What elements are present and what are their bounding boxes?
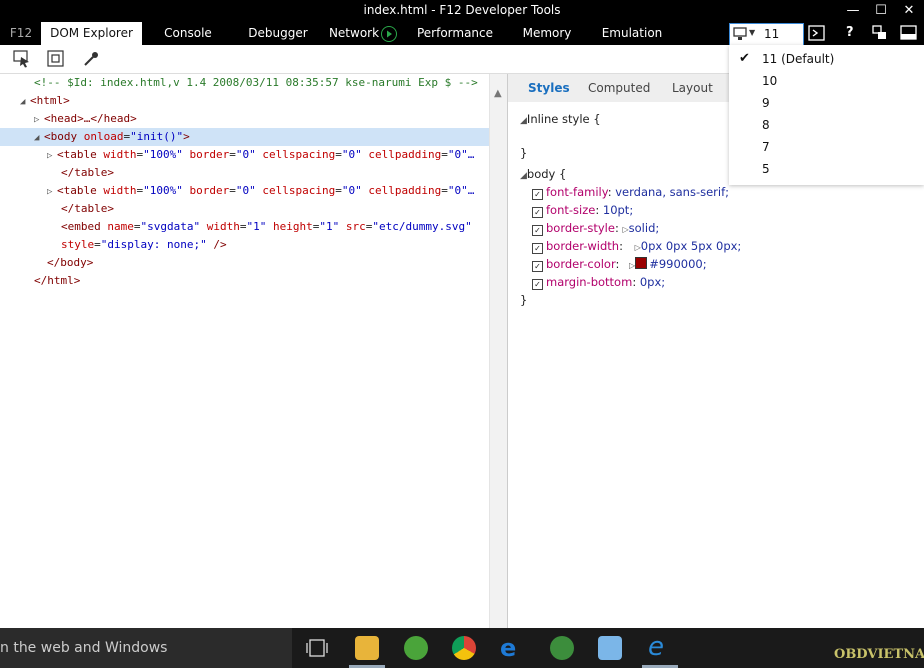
body-rule-close: } <box>520 293 528 307</box>
collapse-triangle-icon[interactable]: ◢ <box>20 93 30 111</box>
dom-tree-panel: <!-- $Id: index.html,v 1.4 2008/03/11 08… <box>0 74 489 628</box>
dom-node-embed[interactable]: <embed name="svgdata" width="1" height="… <box>61 218 472 236</box>
windows-taskbar: n the web and Windows e e OBDVIETNAM <box>0 628 924 668</box>
watermark: OBDVIETNAM <box>834 647 924 662</box>
help-icon[interactable]: ? <box>846 25 854 40</box>
tab-dom-explorer[interactable]: DOM Explorer <box>41 22 142 45</box>
body-rule-selector[interactable]: ◢body { <box>520 167 566 181</box>
declaration-checkbox[interactable]: ✓ <box>532 279 543 290</box>
highlight-element-icon[interactable] <box>47 50 65 68</box>
style-declaration[interactable]: ✓ margin-bottom: 0px; <box>532 275 665 290</box>
dom-node-body-close[interactable]: </body> <box>47 254 93 272</box>
dock-icon[interactable] <box>900 25 918 41</box>
dom-comment: <!-- $Id: index.html,v 1.4 2008/03/11 08… <box>34 76 478 89</box>
color-swatch[interactable] <box>635 257 648 269</box>
expand-triangle-icon[interactable]: ▷ <box>47 147 57 165</box>
dom-scrollbar[interactable]: ▲ <box>489 74 507 628</box>
dom-node-head[interactable]: ▷ <head>…</head> <box>34 110 137 128</box>
subtab-layout[interactable]: Layout <box>672 81 713 95</box>
style-declaration[interactable]: ✓ font-family: verdana, sans-serif; <box>532 185 729 200</box>
scroll-up-icon[interactable]: ▲ <box>494 88 502 99</box>
declaration-checkbox[interactable]: ✓ <box>532 189 543 200</box>
app-icon[interactable] <box>598 636 622 660</box>
f12-label: F12 <box>9 26 33 40</box>
dom-node-embed-style[interactable]: style="display: none;" /> <box>61 236 227 254</box>
declaration-checkbox[interactable]: ✓ <box>532 261 543 272</box>
document-mode-value: 11 <box>764 27 780 41</box>
dom-node-table-close[interactable]: </table> <box>61 200 114 218</box>
declaration-checkbox[interactable]: ✓ <box>532 225 543 236</box>
style-declaration[interactable]: ✓ border-width: ▷0px 0px 5px 0px; <box>532 239 741 254</box>
dom-node-html-close[interactable]: </html> <box>34 272 80 290</box>
style-declaration[interactable]: ✓ border-style: ▷solid; <box>532 221 659 236</box>
dropdown-option[interactable]: 7 <box>762 140 770 154</box>
collapse-triangle-icon[interactable]: ◢ <box>520 171 527 181</box>
search-placeholder: n the web and Windows <box>0 640 168 656</box>
document-mode-selector[interactable]: ▼ 11 <box>729 23 804 46</box>
dom-node-table[interactable]: ▷ <table width="100%" border="0" cellspac… <box>47 146 474 164</box>
document-mode-dropdown: ✔ 11 (Default) 10 9 8 7 5 <box>729 45 924 185</box>
internet-explorer-icon[interactable]: e <box>648 632 664 662</box>
subtab-styles[interactable]: Styles <box>528 81 570 95</box>
subtab-computed[interactable]: Computed <box>588 81 650 95</box>
tab-performance[interactable]: Performance <box>410 22 500 45</box>
network-play-icon[interactable] <box>381 26 397 42</box>
tab-memory[interactable]: Memory <box>515 22 579 45</box>
maximize-button[interactable]: ☐ <box>866 0 896 22</box>
dom-node-html[interactable]: ◢ <html> <box>20 92 70 110</box>
checkmark-icon: ✔ <box>739 51 750 66</box>
expand-triangle-icon[interactable]: ▷ <box>34 111 44 129</box>
file-explorer-icon[interactable] <box>355 636 379 660</box>
dropdown-option[interactable]: 9 <box>762 96 770 110</box>
search-box[interactable]: n the web and Windows <box>0 628 292 668</box>
window-title: index.html - F12 Developer Tools <box>363 3 561 17</box>
close-button[interactable]: ✕ <box>894 0 924 22</box>
color-picker-icon[interactable] <box>82 50 100 68</box>
title-bar: index.html - F12 Developer Tools — ☐ ✕ <box>0 0 924 22</box>
dropdown-option[interactable]: 8 <box>762 118 770 132</box>
dropdown-option[interactable]: 10 <box>762 74 777 88</box>
declaration-checkbox[interactable]: ✓ <box>532 243 543 254</box>
style-declaration[interactable]: ✓ border-color: ▷ #990000; <box>532 257 707 272</box>
network-app-icon[interactable] <box>550 636 574 660</box>
inline-style-close: } <box>520 146 528 160</box>
tab-network[interactable]: Network <box>327 22 381 45</box>
dom-node-body-selected[interactable]: ◢ <body onload="init()"> <box>0 128 489 146</box>
undock-icon[interactable] <box>872 25 888 41</box>
dropdown-option[interactable]: 11 (Default) <box>762 52 834 66</box>
dropdown-option[interactable]: 5 <box>762 162 770 176</box>
dropdown-arrow-icon: ▼ <box>749 28 756 37</box>
style-declaration[interactable]: ✓ font-size: 10pt; <box>532 203 633 218</box>
edge-icon[interactable]: e <box>500 634 516 662</box>
minimize-button[interactable]: — <box>838 0 868 22</box>
chrome-icon[interactable] <box>452 636 476 660</box>
dom-node-table-close[interactable]: </table> <box>61 164 114 182</box>
console-icon[interactable] <box>808 25 826 42</box>
select-element-icon[interactable] <box>13 50 31 68</box>
app-icon[interactable] <box>404 636 428 660</box>
collapse-triangle-icon[interactable]: ◢ <box>34 129 44 147</box>
collapse-triangle-icon[interactable]: ◢ <box>520 116 527 126</box>
monitor-icon <box>733 27 747 40</box>
tab-emulation[interactable]: Emulation <box>596 22 668 45</box>
tab-console[interactable]: Console <box>155 22 221 45</box>
declaration-checkbox[interactable]: ✓ <box>532 207 543 218</box>
dom-node-table[interactable]: ▷ <table width="100%" border="0" cellspac… <box>47 182 474 200</box>
inline-style-rule[interactable]: ◢Inline style { <box>520 112 601 126</box>
tool-tab-bar: F12 DOM Explorer Console Debugger Networ… <box>0 22 924 46</box>
task-view-icon[interactable] <box>306 638 328 658</box>
expand-triangle-icon[interactable]: ▷ <box>47 183 57 201</box>
tab-debugger[interactable]: Debugger <box>240 22 316 45</box>
